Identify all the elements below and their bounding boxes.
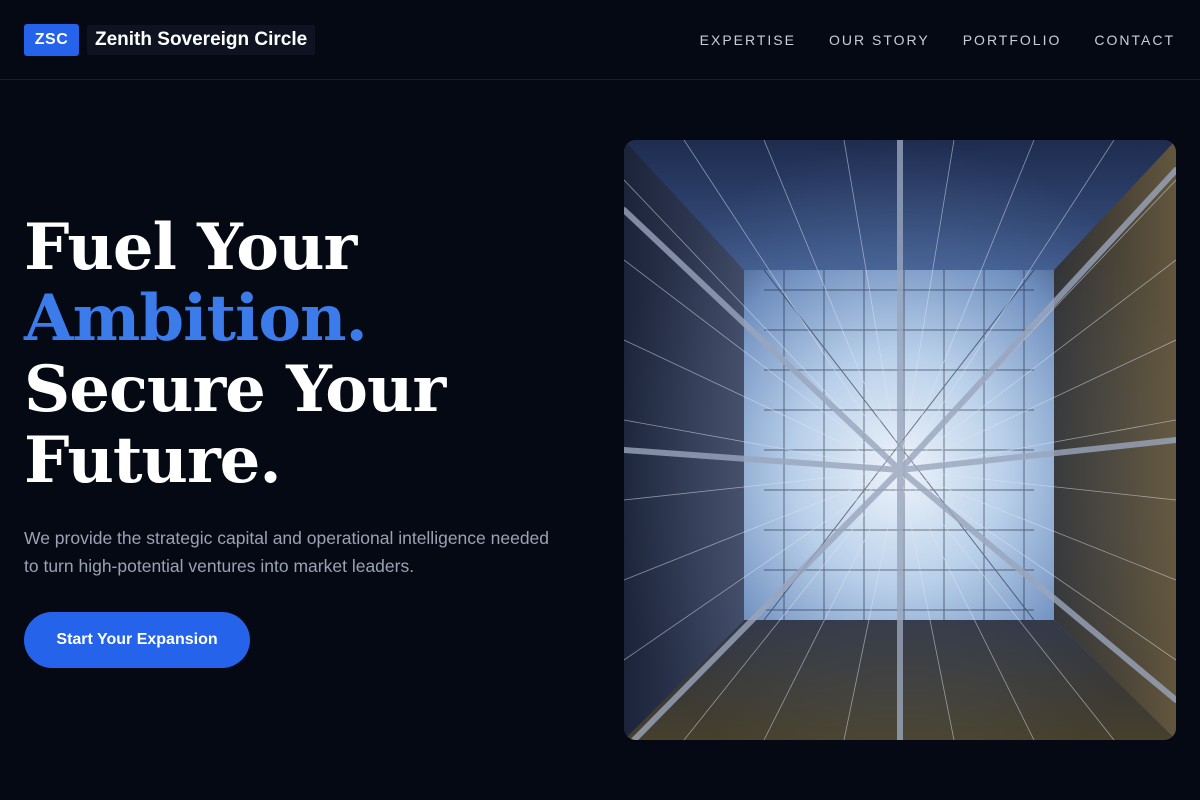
hero-subtitle: We provide the strategic capital and ope… bbox=[24, 528, 550, 576]
hero-title-accent: Ambition. bbox=[24, 281, 368, 356]
hero-title-line-4: Future. bbox=[24, 423, 282, 498]
nav-link-our-story[interactable]: OUR STORY bbox=[829, 32, 930, 48]
hero-title: Fuel Your Ambition. Secure Your Future. bbox=[24, 212, 584, 496]
nav-link-portfolio[interactable]: PORTFOLIO bbox=[963, 32, 1062, 48]
brand[interactable]: ZSC Zenith Sovereign Circle bbox=[24, 23, 316, 56]
nav-link-expertise[interactable]: EXPERTISE bbox=[700, 32, 796, 48]
site-header: ZSC Zenith Sovereign Circle EXPERTISE OU… bbox=[0, 0, 1200, 80]
hero-title-line-3: Secure Your bbox=[24, 352, 446, 427]
hero-title-line-1: Fuel Your bbox=[24, 210, 357, 285]
start-expansion-button[interactable]: Start Your Expansion bbox=[24, 612, 250, 668]
atrium-illustration bbox=[624, 140, 1176, 740]
brand-name[interactable]: Zenith Sovereign Circle bbox=[87, 24, 316, 55]
main-nav: EXPERTISE OUR STORY PORTFOLIO CONTACT bbox=[700, 32, 1175, 48]
logo-badge[interactable]: ZSC bbox=[24, 23, 79, 56]
hero-image bbox=[624, 140, 1176, 740]
nav-link-contact[interactable]: CONTACT bbox=[1094, 32, 1175, 48]
